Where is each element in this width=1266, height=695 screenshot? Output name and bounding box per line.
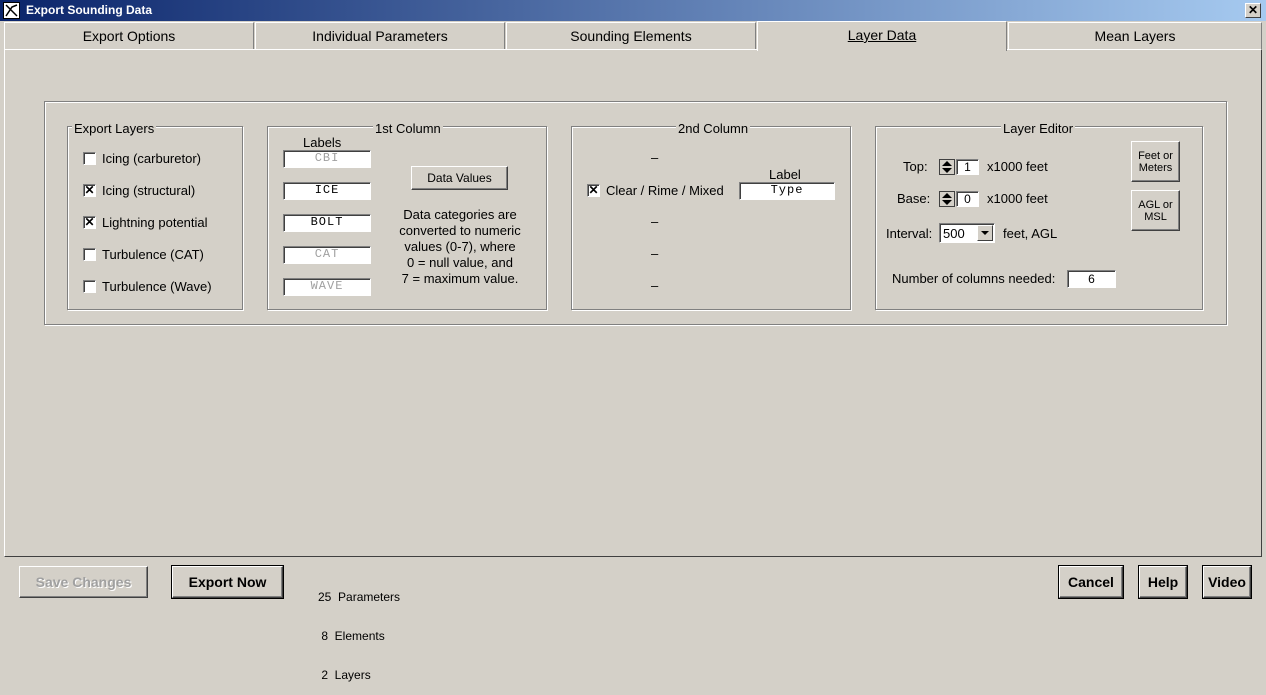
label-turbulence-wave: Turbulence (Wave) xyxy=(102,279,212,294)
title-bar: Export Sounding Data ✕ xyxy=(0,0,1266,21)
agl-or-msl-button[interactable]: AGL or MSL xyxy=(1131,190,1180,231)
label-icing-structural: Icing (structural) xyxy=(102,183,196,198)
interval-select[interactable]: 500 xyxy=(939,223,995,243)
tab-layer-data[interactable]: Layer Data xyxy=(757,21,1007,51)
checkbox-clear-rime-mixed[interactable]: ✕ xyxy=(587,184,600,197)
cancel-button[interactable]: Cancel xyxy=(1058,565,1124,599)
save-changes-button[interactable]: Save Changes xyxy=(19,566,148,598)
tab-mean-layers[interactable]: Mean Layers xyxy=(1008,22,1262,50)
label-field-wave[interactable]: WAVE xyxy=(283,278,371,296)
checkbox-turbulence-cat[interactable] xyxy=(83,248,96,261)
status-summary: 25 Parameters 8 Elements 2 Layers xyxy=(318,590,401,682)
data-categories-note: Data categories are converted to numeric… xyxy=(399,207,521,286)
video-button[interactable]: Video xyxy=(1202,565,1252,599)
base-value-field[interactable]: 0 xyxy=(956,191,979,207)
second-column-title: 2nd Column xyxy=(676,121,751,136)
label-lightning-potential: Lightning potential xyxy=(102,215,208,230)
dash-row-1: – xyxy=(651,150,659,165)
feet-or-meters-button[interactable]: Feet or Meters xyxy=(1131,141,1180,182)
labels-header: Labels xyxy=(303,135,342,150)
top-value-field[interactable]: 1 xyxy=(956,159,979,175)
checkbox-icing-structural[interactable]: ✕ xyxy=(83,184,96,197)
app-icon xyxy=(3,2,20,19)
label-turbulence-cat: Turbulence (CAT) xyxy=(102,247,204,262)
checkbox-lightning-potential[interactable]: ✕ xyxy=(83,216,96,229)
layer-editor-title: Layer Editor xyxy=(1001,121,1076,136)
tab-sounding-elements[interactable]: Sounding Elements xyxy=(506,22,756,50)
tab-export-options[interactable]: Export Options xyxy=(4,22,254,50)
base-label: Base: xyxy=(897,191,931,206)
chevron-down-icon[interactable] xyxy=(977,225,993,241)
label-field-ice[interactable]: ICE xyxy=(283,182,371,200)
checkbox-turbulence-wave[interactable] xyxy=(83,280,96,293)
close-icon[interactable]: ✕ xyxy=(1245,3,1261,18)
dash-row-3: – xyxy=(651,214,659,229)
label-icing-carburetor: Icing (carburetor) xyxy=(102,151,201,166)
export-layers-title: Export Layers xyxy=(72,121,157,136)
columns-needed-label: Number of columns needed: xyxy=(892,271,1056,286)
window-title: Export Sounding Data xyxy=(26,3,152,17)
interval-label: Interval: xyxy=(886,226,933,241)
top-unit: x1000 feet xyxy=(987,159,1048,174)
second-column-group xyxy=(571,126,851,310)
help-button[interactable]: Help xyxy=(1138,565,1188,599)
checkbox-icing-carburetor[interactable] xyxy=(83,152,96,165)
type-field[interactable]: Type xyxy=(739,182,835,200)
base-spinner-icon[interactable] xyxy=(939,191,955,207)
top-spinner-icon[interactable] xyxy=(939,159,955,175)
dash-row-4: – xyxy=(651,246,659,261)
label-field-cbi[interactable]: CBI xyxy=(283,150,371,168)
label-field-bolt[interactable]: BOLT xyxy=(283,214,371,232)
export-now-button[interactable]: Export Now xyxy=(171,565,284,599)
first-column-title: 1st Column xyxy=(373,121,443,136)
label-header: Label xyxy=(769,167,801,182)
base-unit: x1000 feet xyxy=(987,191,1048,206)
interval-unit: feet, AGL xyxy=(1003,226,1058,241)
top-label: Top: xyxy=(903,159,928,174)
data-values-button[interactable]: Data Values xyxy=(411,166,508,190)
label-clear-rime-mixed: Clear / Rime / Mixed xyxy=(606,183,724,198)
dash-row-5: – xyxy=(651,278,659,293)
columns-needed-value: 6 xyxy=(1067,270,1116,288)
label-field-cat[interactable]: CAT xyxy=(283,246,371,264)
tab-individual-parameters[interactable]: Individual Parameters xyxy=(255,22,505,50)
